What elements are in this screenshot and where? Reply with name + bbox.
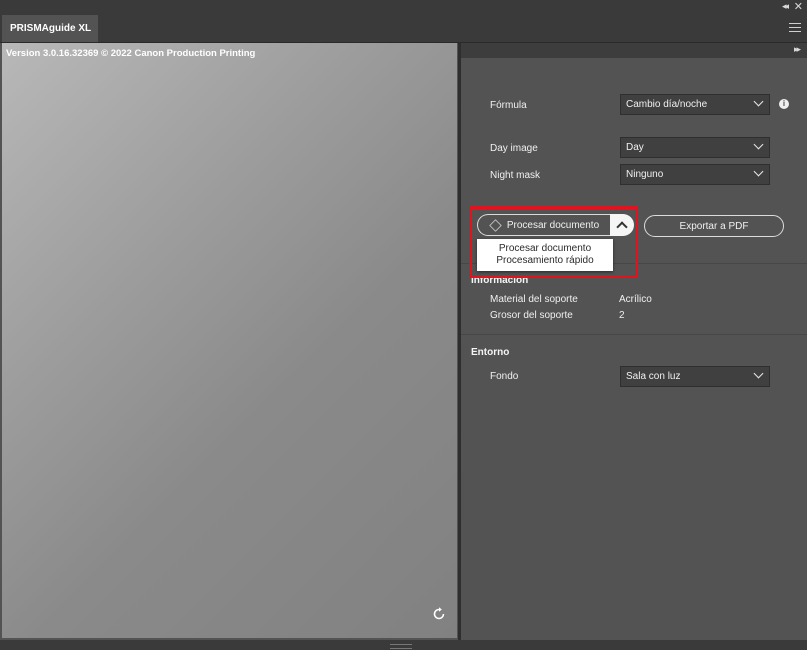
expand-panel-icon[interactable]: ▸▸ — [794, 44, 801, 55]
export-pdf-button[interactable]: Exportar a PDF — [644, 215, 784, 237]
chevron-down-icon — [753, 139, 764, 150]
tab-bar: PRISMAguide XL — [0, 14, 807, 43]
formula-value: Cambio día/noche — [626, 99, 708, 110]
collapse-panels-icon[interactable]: ◂◂ — [782, 1, 789, 12]
environment-title: Entorno — [471, 347, 510, 358]
chevron-down-icon — [753, 368, 764, 379]
background-label: Fondo — [490, 371, 519, 382]
info-row-value: 2 — [619, 310, 625, 321]
bottom-scrollbar[interactable] — [0, 640, 807, 650]
formula-label: Fórmula — [490, 100, 527, 111]
background-value: Sala con luz — [626, 371, 681, 382]
preview-canvas[interactable]: Version 3.0.16.32369 © 2022 Canon Produc… — [2, 43, 457, 638]
chevron-down-icon — [753, 166, 764, 177]
formula-select[interactable]: Cambio día/noche — [620, 94, 770, 115]
info-row-value: Acrílico — [619, 294, 652, 305]
settings-panel: ▸▸ Fórmula Cambio día/noche i Day image … — [461, 43, 807, 640]
day-image-label: Day image — [490, 143, 538, 154]
tab-prismaguide[interactable]: PRISMAguide XL — [2, 15, 98, 42]
night-mask-select[interactable]: Ninguno — [620, 164, 770, 185]
night-mask-value: Ninguno — [626, 169, 664, 180]
night-mask-label: Night mask — [490, 170, 541, 181]
day-image-value: Day — [626, 142, 644, 153]
panel-menu-icon[interactable] — [789, 23, 801, 33]
chevron-down-icon — [753, 96, 764, 107]
settings-panel-header: ▸▸ — [461, 43, 807, 58]
tab-label: PRISMAguide XL — [10, 23, 92, 34]
top-strip: ◂◂ ✕ — [0, 0, 807, 14]
close-icon[interactable]: ✕ — [794, 0, 803, 13]
section-separator — [461, 334, 807, 335]
export-pdf-label: Exportar a PDF — [679, 220, 749, 232]
version-text: Version 3.0.16.32369 © 2022 Canon Produc… — [6, 48, 256, 59]
refresh-icon[interactable] — [432, 607, 446, 621]
day-image-select[interactable]: Day — [620, 137, 770, 158]
highlight-box — [469, 206, 638, 278]
info-icon[interactable]: i — [779, 99, 789, 109]
background-select[interactable]: Sala con luz — [620, 366, 770, 387]
info-row-label: Grosor del soporte — [490, 310, 573, 321]
info-row-label: Material del soporte — [490, 294, 578, 305]
scroll-grip[interactable] — [390, 644, 412, 649]
